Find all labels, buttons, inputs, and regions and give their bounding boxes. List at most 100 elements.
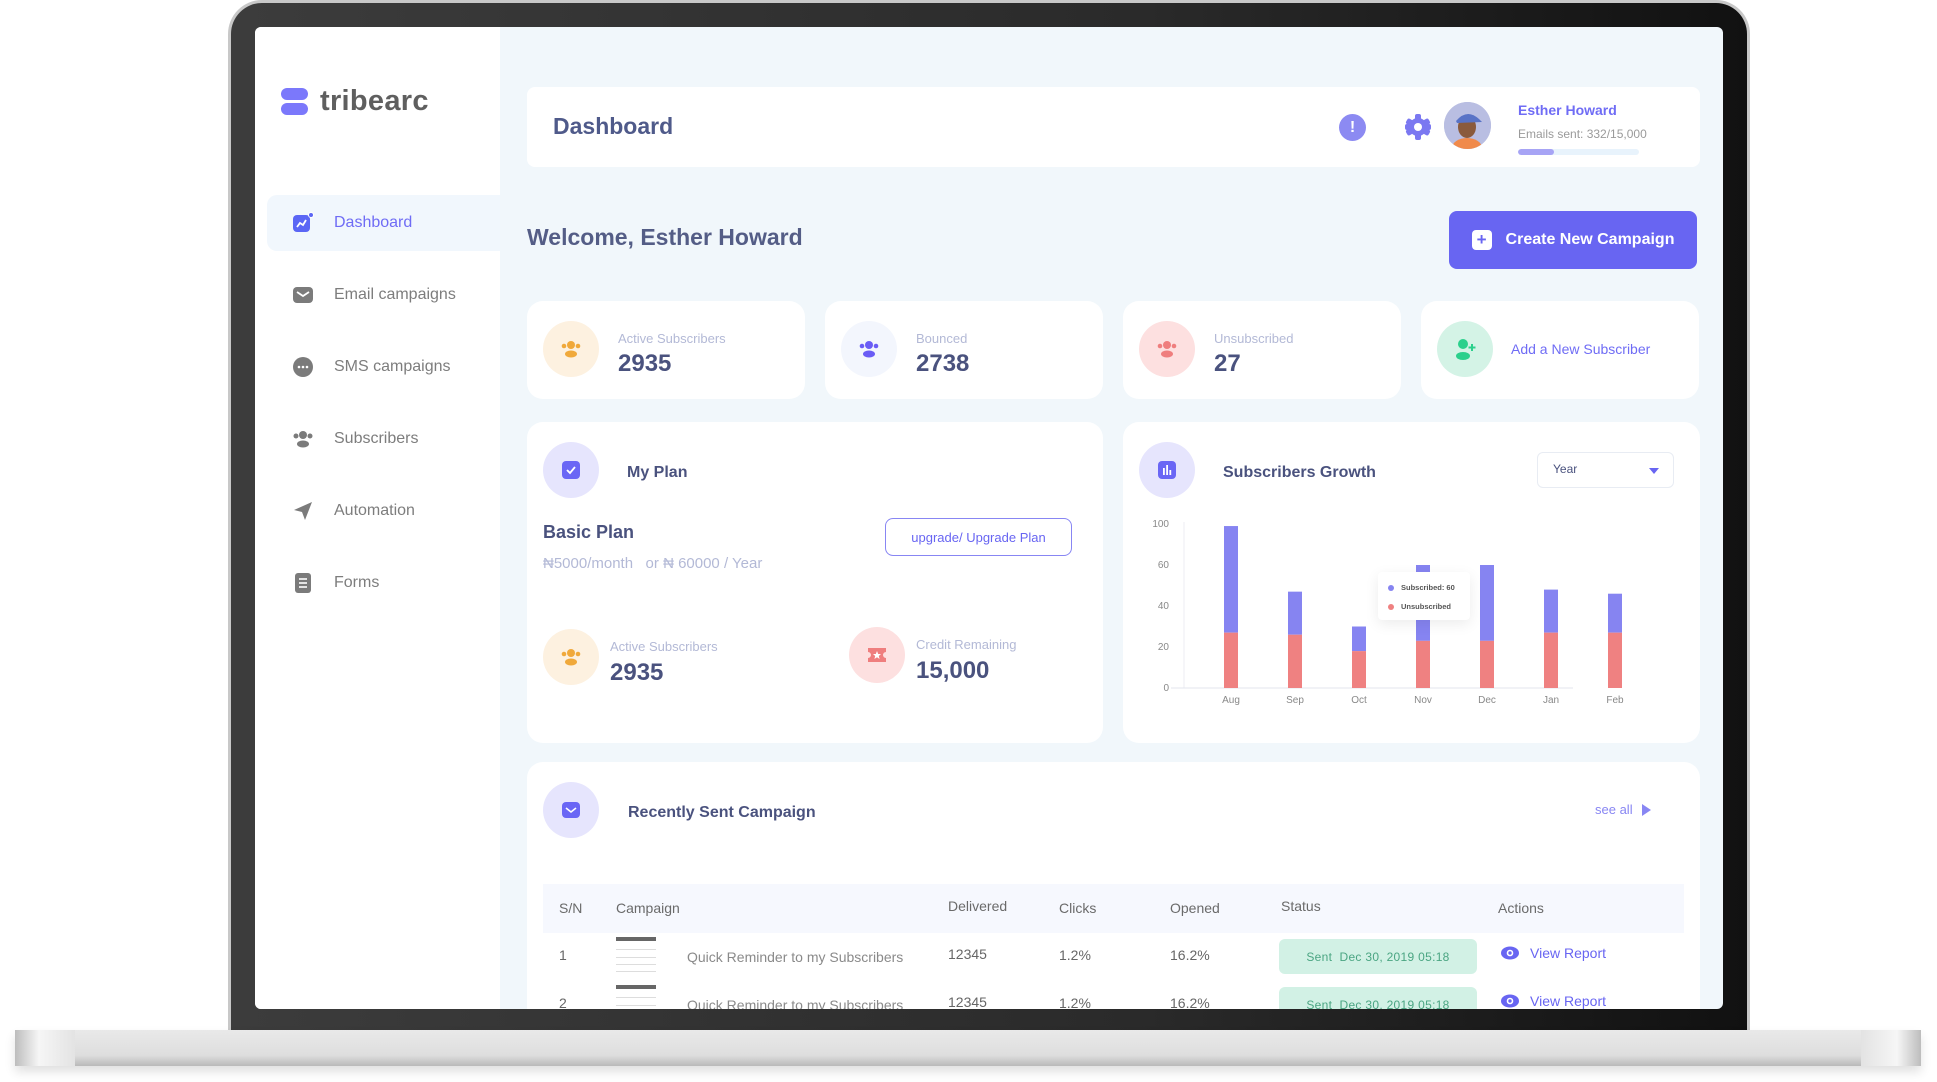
view-report-label: View Report [1530, 945, 1607, 961]
row-clicks: 1.2% [1059, 947, 1091, 963]
sidebar-item-sms-campaigns[interactable]: SMS campaigns [267, 339, 500, 395]
sidebar-item-automation[interactable]: Automation [267, 483, 500, 539]
recent-campaigns-card: Recently Sent Campaign see all S/N Campa… [527, 762, 1700, 1009]
bar-chart-icon [1139, 442, 1195, 498]
growth-title: Subscribers Growth [1223, 464, 1376, 481]
col-actions: Actions [1498, 900, 1544, 916]
plan-active-label: Active Subscribers [610, 639, 718, 654]
document-icon [292, 572, 314, 594]
add-subscriber-link[interactable]: Add a New Subscriber [1511, 341, 1650, 357]
bar-subscribed [1224, 526, 1238, 633]
chat-bubble-icon [292, 356, 314, 378]
row-sn: 2 [559, 995, 567, 1009]
play-icon [1641, 803, 1651, 816]
period-select-value: Year [1553, 462, 1578, 476]
growth-chart: 0 20 40 60 100 Aug Sep Oct Nov Dec Jan Feb [1152, 519, 1624, 706]
plan-active-value: 2935 [610, 659, 664, 686]
credit-label: Credit Remaining [916, 637, 1017, 652]
col-delivered: Delivered [948, 898, 1008, 914]
sidebar-item-label: Subscribers [334, 430, 419, 447]
users-icon [543, 321, 599, 377]
view-report-button[interactable]: View Report [1500, 993, 1606, 1009]
sidebar-item-label: Email campaigns [334, 286, 456, 303]
stat-value: 2738 [916, 350, 970, 377]
user-name[interactable]: Esther Howard [1518, 102, 1617, 118]
brand-name: tribearc [320, 85, 429, 117]
campaign-thumbnail [616, 937, 656, 977]
y-tick-label: 0 [1163, 683, 1169, 694]
page-title: Dashboard [553, 113, 674, 139]
stat-value: 27 [1214, 350, 1241, 377]
sidebar-item-subscribers[interactable]: Subscribers [267, 411, 500, 467]
sidebar-item-label: Forms [334, 574, 380, 591]
unsubscribed-dot-icon [1388, 603, 1394, 610]
emails-sent-progress-fill [1518, 149, 1555, 155]
y-tick-label: 20 [1158, 642, 1170, 653]
col-sn: S/N [559, 900, 583, 916]
stat-card-bounced: Bounced 2738 [825, 301, 1103, 399]
eye-icon [1501, 946, 1519, 960]
bar-subscribed [1608, 593, 1622, 633]
bar-subscribed [1352, 626, 1366, 652]
avatar[interactable] [1444, 102, 1491, 149]
table-header: S/N Campaign Delivered Clicks Opened Sta… [543, 884, 1684, 933]
mail-icon [543, 782, 599, 838]
bar-subscribed [1544, 589, 1558, 633]
users-icon [292, 428, 314, 450]
chart-icon [292, 212, 314, 234]
sidebar-item-label: Dashboard [334, 214, 413, 231]
table-row: 2 Quick Reminder to my Subscribers 12345… [543, 981, 1684, 1009]
plan-price: ₦5000/month or ₦ 60000 / Year [543, 555, 763, 572]
plan-name: Basic Plan [543, 522, 635, 542]
view-report-label: View Report [1530, 993, 1607, 1009]
x-tick-label: Jan [1543, 695, 1559, 706]
y-tick-label: 40 [1158, 601, 1170, 612]
see-all-link[interactable]: see all [1595, 802, 1651, 817]
sidebar-item-label: Automation [334, 502, 415, 519]
add-subscriber-card[interactable]: Add a New Subscriber [1421, 301, 1699, 399]
x-tick-label: Sep [1286, 695, 1304, 706]
app-screen: tribearc Dashboard Email campaigns SMS c… [255, 27, 1723, 1009]
chevron-down-icon [1649, 468, 1659, 474]
gear-icon[interactable] [1403, 112, 1433, 142]
row-campaign[interactable]: Quick Reminder to my Subscribers [687, 949, 903, 965]
view-report-button[interactable]: View Report [1500, 945, 1606, 961]
row-campaign[interactable]: Quick Reminder to my Subscribers [687, 997, 903, 1009]
stat-card-active-subscribers: Active Subscribers 2935 [527, 301, 805, 399]
bar-unsubscribed [1288, 634, 1302, 688]
row-delivered: 12345 [948, 994, 987, 1009]
my-plan-title: My Plan [627, 464, 688, 481]
alert-icon[interactable]: ! [1339, 114, 1366, 141]
stat-label: Bounced [916, 331, 968, 346]
x-tick-label: Aug [1222, 695, 1240, 706]
period-select[interactable]: Year [1537, 452, 1674, 488]
sidebar-item-dashboard[interactable]: Dashboard [267, 195, 500, 251]
bar-unsubscribed [1224, 632, 1238, 688]
x-tick-label: Dec [1478, 695, 1496, 706]
stat-value: 2935 [618, 350, 672, 377]
header-bar: Dashboard ! Esther Howard Emails sent: 3… [527, 87, 1700, 167]
row-clicks: 1.2% [1059, 995, 1091, 1009]
logo[interactable]: tribearc [281, 85, 429, 118]
x-tick-label: Oct [1351, 695, 1367, 706]
col-opened: Opened [1170, 900, 1220, 916]
sidebar-item-forms[interactable]: Forms [267, 555, 500, 611]
welcome-heading: Welcome, Esther Howard [527, 224, 803, 250]
subscribed-dot-icon [1388, 584, 1394, 591]
mail-icon [292, 284, 314, 306]
bar-unsubscribed [1544, 632, 1558, 688]
emails-sent-text: Emails sent: 332/15,000 [1518, 127, 1647, 141]
sidebar-item-label: SMS campaigns [334, 358, 451, 375]
sidebar-item-email-campaigns[interactable]: Email campaigns [267, 267, 500, 323]
y-tick-label: 100 [1152, 519, 1169, 530]
sidebar: tribearc Dashboard Email campaigns SMS c… [255, 27, 500, 1009]
stat-card-unsubscribed: Unsubscribed 27 [1123, 301, 1401, 399]
upgrade-plan-button[interactable]: upgrade/ Upgrade Plan [885, 518, 1072, 556]
status-badge: Sent Dec 30, 2019 05:18 [1279, 939, 1477, 974]
laptop-base [15, 1030, 1921, 1066]
tooltip-subscribed: Subscribed: 60 [1401, 583, 1455, 592]
create-campaign-button[interactable]: + Create New Campaign [1449, 211, 1697, 269]
users-icon [1139, 321, 1195, 377]
plus-icon: + [1471, 230, 1492, 250]
my-plan-card: My Plan Basic Plan ₦5000/month or ₦ 6000… [527, 422, 1103, 743]
